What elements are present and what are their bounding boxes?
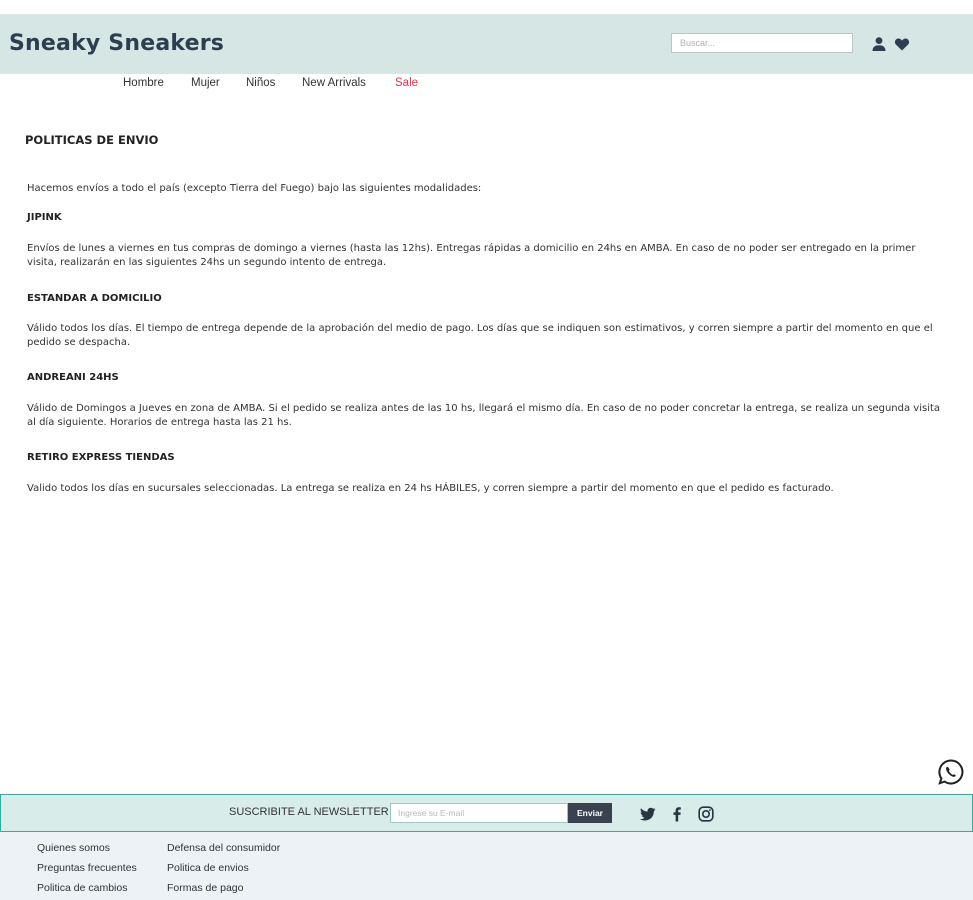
section-heading-andreani: ANDREANI 24HS [27,372,119,383]
section-heading-jipink: JIPINK [27,212,62,223]
footer-link-defensa-consumidor[interactable]: Defensa del consumidor [167,842,280,854]
newsletter-bar: SUSCRIBITE AL NEWSLETTER Enviar [0,794,973,832]
whatsapp-icon[interactable] [937,758,965,786]
nav-item-ninos[interactable]: Niños [246,77,275,89]
newsletter-submit-button[interactable]: Enviar [568,803,612,823]
section-heading-estandar: ESTANDAR A DOMICILIO [27,293,162,304]
main-nav: Hombre Mujer Niños New Arrivals Sale [0,74,973,96]
site-footer: Quienes somos Preguntas frecuentes Polit… [0,832,973,900]
user-icon[interactable] [871,36,887,52]
site-header: Sneaky Sneakers [0,14,973,74]
heart-icon[interactable] [894,36,910,52]
section-text-andreani: Válido de Domingos a Jueves en zona de A… [27,403,941,428]
twitter-icon[interactable] [640,806,656,822]
nav-item-new-arrivals[interactable]: New Arrivals [302,77,366,89]
nav-item-hombre[interactable]: Hombre [123,77,164,89]
brand-logo[interactable]: Sneaky Sneakers [9,31,224,56]
facebook-icon[interactable] [669,806,685,822]
search-input[interactable] [671,33,853,53]
newsletter-label: SUSCRIBITE AL NEWSLETTER [229,806,389,818]
footer-link-politica-envios[interactable]: Politica de envios [167,862,249,874]
footer-link-formas-pago[interactable]: Formas de pago [167,882,243,894]
footer-link-quienes-somos[interactable]: Quienes somos [37,842,110,854]
footer-link-preguntas-frecuentes[interactable]: Preguntas frecuentes [37,862,137,874]
nav-item-mujer[interactable]: Mujer [191,77,220,89]
page-title: POLITICAS DE ENVIO [25,133,159,147]
section-heading-retiro: RETIRO EXPRESS TIENDAS [27,452,175,463]
footer-link-politica-cambios[interactable]: Politica de cambios [37,882,127,894]
section-text-estandar: Válido todos los días. El tiempo de entr… [27,323,933,348]
newsletter-email-input[interactable] [390,803,568,823]
instagram-icon[interactable] [698,806,714,822]
section-text-retiro: Valido todos los días en sucursales sele… [27,483,834,494]
section-text-jipink: Envíos de lunes a viernes en tus compras… [27,243,916,268]
intro-text: Hacemos envíos a todo el país (excepto T… [27,183,482,194]
nav-item-sale[interactable]: Sale [395,77,418,89]
